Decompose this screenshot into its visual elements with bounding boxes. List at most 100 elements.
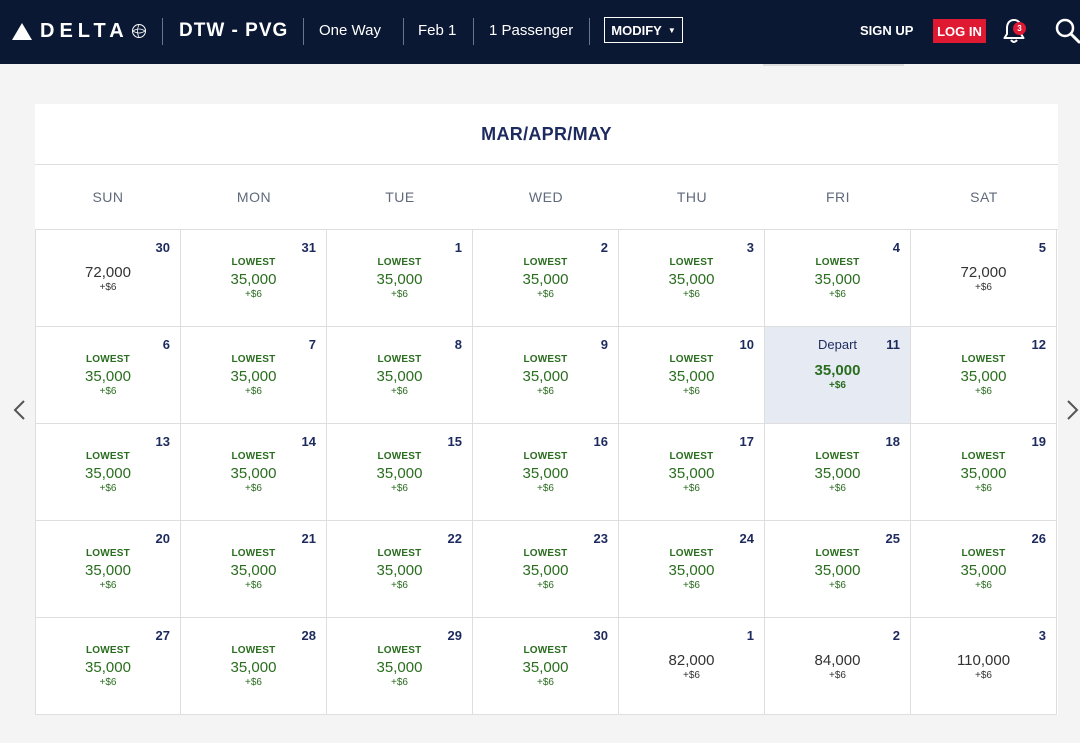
- day-number: 3: [746, 240, 754, 255]
- fare-miles: 35,000: [230, 659, 277, 676]
- calendar-day-cell[interactable]: 22 LOWEST 35,000 +$6: [327, 521, 473, 618]
- day-number: 22: [447, 531, 462, 546]
- calendar-day-cell-selected[interactable]: Depart 11 35,000 +$6: [765, 327, 911, 424]
- fare-miles: 35,000: [230, 368, 277, 385]
- calendar-week-row: 6 LOWEST 35,000 +$6 7 LOWEST 35,000 +$6 8 LOWEST 3…: [35, 327, 1058, 424]
- calendar-day-cell[interactable]: 6 LOWEST 35,000 +$6: [35, 327, 181, 424]
- lowest-fare-label: LOWEST: [231, 645, 276, 656]
- day-number: 14: [301, 434, 316, 449]
- calendar-day-cell[interactable]: 5 72,000 +$6: [911, 230, 1057, 327]
- calendar-day-cell[interactable]: 29 LOWEST 35,000 +$6: [327, 618, 473, 715]
- calendar-week-row: 30 72,000 +$6 31 LOWEST 35,000 +$6 1 LOWEST 35,00…: [35, 230, 1058, 327]
- header-divider: [162, 18, 163, 45]
- lowest-fare-label: LOWEST: [815, 451, 860, 462]
- fare-miles: 35,000: [960, 465, 1007, 482]
- day-number: 30: [593, 628, 608, 643]
- calendar-day-cell[interactable]: 25 LOWEST 35,000 +$6: [765, 521, 911, 618]
- fare-miles: 35,000: [668, 562, 715, 579]
- calendar-week-row: 13 LOWEST 35,000 +$6 14 LOWEST 35,000 +$6 15 LOWE…: [35, 424, 1058, 521]
- calendar-day-cell[interactable]: 1 82,000 +$6: [619, 618, 765, 715]
- day-number: 23: [593, 531, 608, 546]
- day-number: 8: [454, 337, 462, 352]
- fare-miles: 35,000: [522, 368, 569, 385]
- calendar-day-cell[interactable]: 24 LOWEST 35,000 +$6: [619, 521, 765, 618]
- calendar-week-row: 27 LOWEST 35,000 +$6 28 LOWEST 35,000 +$6 29 LOWE…: [35, 618, 1058, 715]
- day-of-week-header: SUN MON TUE WED THU FRI SAT: [35, 165, 1058, 230]
- calendar-day-cell[interactable]: 30 72,000 +$6: [35, 230, 181, 327]
- calendar-day-cell[interactable]: 10 LOWEST 35,000 +$6: [619, 327, 765, 424]
- lowest-fare-label: LOWEST: [961, 451, 1006, 462]
- calendar-day-cell[interactable]: 30 LOWEST 35,000 +$6: [473, 618, 619, 715]
- fare-fee: +$6: [537, 289, 554, 300]
- day-number: 21: [301, 531, 316, 546]
- fare-fee: +$6: [975, 483, 992, 494]
- calendar-day-cell[interactable]: 9 LOWEST 35,000 +$6: [473, 327, 619, 424]
- calendar-day-cell[interactable]: 2 84,000 +$6: [765, 618, 911, 715]
- calendar-day-cell[interactable]: 28 LOWEST 35,000 +$6: [181, 618, 327, 715]
- calendar-day-cell[interactable]: 23 LOWEST 35,000 +$6: [473, 521, 619, 618]
- calendar-day-cell[interactable]: 2 LOWEST 35,000 +$6: [473, 230, 619, 327]
- lowest-fare-label: LOWEST: [86, 451, 130, 462]
- log-in-button[interactable]: LOG IN: [933, 19, 986, 43]
- fare-fee: +$6: [829, 483, 846, 494]
- fare-fee: +$6: [391, 580, 408, 591]
- calendar-grid: 30 72,000 +$6 31 LOWEST 35,000 +$6 1 LOWEST 35,00…: [35, 230, 1058, 715]
- calendar-day-cell[interactable]: 31 LOWEST 35,000 +$6: [181, 230, 327, 327]
- lowest-fare-label: LOWEST: [377, 354, 422, 365]
- fare-miles: 110,000: [956, 652, 1011, 669]
- calendar-day-cell[interactable]: 8 LOWEST 35,000 +$6: [327, 327, 473, 424]
- day-number: 10: [739, 337, 754, 352]
- modify-button[interactable]: MODIFY ▼: [604, 17, 683, 43]
- calendar-day-cell[interactable]: 3 110,000 +$6: [911, 618, 1057, 715]
- fare-fee: +$6: [99, 282, 117, 293]
- fare-miles: 84,000: [814, 652, 861, 669]
- calendar-day-cell[interactable]: 13 LOWEST 35,000 +$6: [35, 424, 181, 521]
- lowest-fare-label: LOWEST: [523, 354, 568, 365]
- calendar-day-cell[interactable]: 1 LOWEST 35,000 +$6: [327, 230, 473, 327]
- calendar-week-row: 20 LOWEST 35,000 +$6 21 LOWEST 35,000 +$6 22 LOWE…: [35, 521, 1058, 618]
- day-number: 11: [886, 337, 900, 352]
- calendar-day-cell[interactable]: 26 LOWEST 35,000 +$6: [911, 521, 1057, 618]
- calendar-day-cell[interactable]: 14 LOWEST 35,000 +$6: [181, 424, 327, 521]
- calendar-day-cell[interactable]: 21 LOWEST 35,000 +$6: [181, 521, 327, 618]
- calendar-day-cell[interactable]: 19 LOWEST 35,000 +$6: [911, 424, 1057, 521]
- day-number: 20: [155, 531, 170, 546]
- calendar-day-cell[interactable]: 4 LOWEST 35,000 +$6: [765, 230, 911, 327]
- fare-fee: +$6: [99, 677, 117, 688]
- top-navigation-bar: DELTA DTW - PVG One Way Feb 1 1 Passenge…: [0, 0, 1080, 64]
- search-icon[interactable]: [1054, 17, 1080, 45]
- calendar-day-cell[interactable]: 16 LOWEST 35,000 +$6: [473, 424, 619, 521]
- fare-fee: +$6: [537, 677, 554, 688]
- calendar-day-cell[interactable]: 18 LOWEST 35,000 +$6: [765, 424, 911, 521]
- calendar-day-cell[interactable]: 15 LOWEST 35,000 +$6: [327, 424, 473, 521]
- logo-text: DELTA: [40, 19, 129, 42]
- day-number: 2: [892, 628, 900, 643]
- sign-up-link[interactable]: SIGN UP: [860, 23, 913, 38]
- trip-type-label: One Way: [319, 22, 381, 39]
- lowest-fare-label: LOWEST: [815, 257, 860, 268]
- fare-miles: 35,000: [376, 271, 423, 288]
- lowest-fare-label: LOWEST: [669, 451, 714, 462]
- fare-miles: 35,000: [230, 271, 277, 288]
- calendar-day-cell[interactable]: 20 LOWEST 35,000 +$6: [35, 521, 181, 618]
- fare-fee: +$6: [683, 386, 700, 397]
- lowest-fare-label: LOWEST: [231, 548, 276, 559]
- calendar-day-cell[interactable]: 12 LOWEST 35,000 +$6: [911, 327, 1057, 424]
- fare-miles: 35,000: [814, 362, 861, 379]
- next-month-arrow-icon[interactable]: [1066, 399, 1080, 421]
- delta-logo[interactable]: DELTA: [12, 18, 147, 44]
- day-number: 17: [739, 434, 754, 449]
- calendar-day-cell[interactable]: 3 LOWEST 35,000 +$6: [619, 230, 765, 327]
- calendar-day-cell[interactable]: 27 LOWEST 35,000 +$6: [35, 618, 181, 715]
- calendar-day-cell[interactable]: 17 LOWEST 35,000 +$6: [619, 424, 765, 521]
- fare-fee: +$6: [537, 386, 554, 397]
- previous-month-arrow-icon[interactable]: [12, 399, 26, 421]
- fare-miles: 35,000: [668, 368, 715, 385]
- calendar-day-cell[interactable]: 7 LOWEST 35,000 +$6: [181, 327, 327, 424]
- day-number: 19: [1031, 434, 1046, 449]
- fare-miles: 35,000: [230, 562, 277, 579]
- fare-miles: 35,000: [522, 562, 569, 579]
- fare-miles: 35,000: [522, 271, 569, 288]
- fare-fee: +$6: [829, 289, 846, 300]
- fare-fee: +$6: [829, 580, 846, 591]
